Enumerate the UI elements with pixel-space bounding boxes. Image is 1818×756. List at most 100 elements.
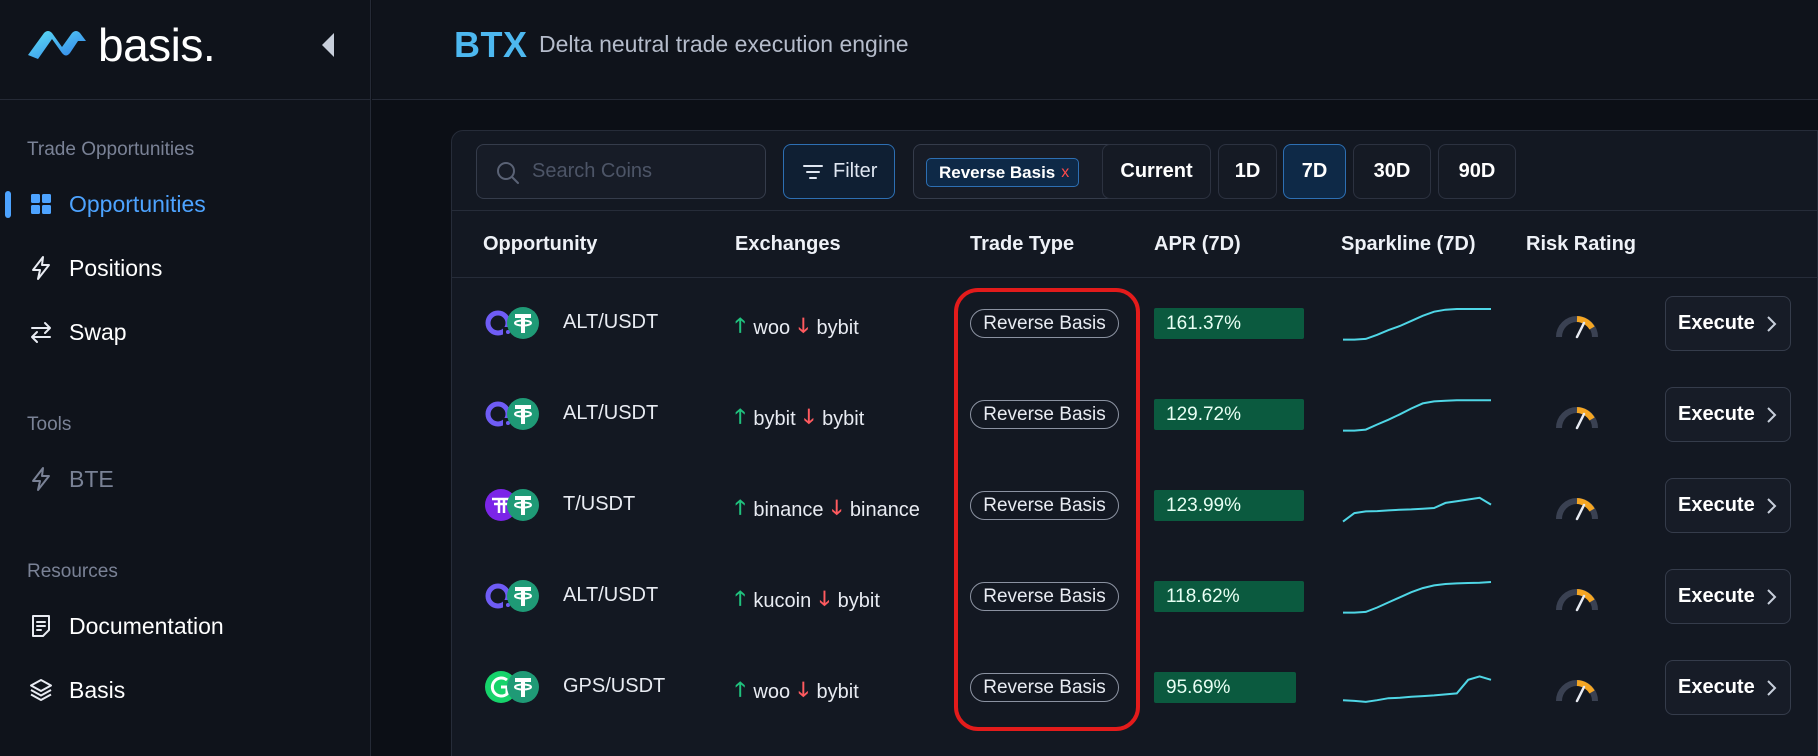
chip-remove-icon[interactable]: x	[1061, 164, 1069, 182]
long-exchange: kucoin	[753, 589, 812, 612]
long-exchange: woo	[753, 680, 791, 703]
sidebar-item-label: Positions	[69, 254, 163, 281]
alt-icon	[485, 307, 539, 339]
search-box	[476, 144, 766, 199]
long-exchange: woo	[753, 316, 791, 339]
section-tools: Tools	[27, 414, 72, 435]
period-30d-button[interactable]: 30D	[1353, 144, 1431, 199]
short-arrow-down-icon: 🡓	[819, 588, 830, 610]
execute-label: Execute	[1678, 312, 1755, 334]
period-current-button[interactable]: Current	[1102, 144, 1211, 199]
sparkline-chart	[1343, 581, 1492, 614]
apr-badge: 123.99%	[1154, 490, 1304, 521]
table-row[interactable]: GPS/USDT 🡑 woo 🡓 bybit Reverse Basis 95.…	[452, 642, 1818, 733]
sidebar-item-label: Swap	[69, 318, 127, 345]
sparkline-chart	[1342, 675, 1492, 703]
sidebar-item-opportunities[interactable]: Opportunities	[0, 179, 370, 229]
trade-type-badge: Reverse Basis	[970, 491, 1119, 520]
sparkline-series	[1342, 496, 1492, 523]
search-icon	[497, 162, 519, 184]
long-arrow-up-icon: 🡑	[735, 406, 746, 428]
long-arrow-up-icon: 🡑	[735, 497, 746, 519]
filter-label: Filter	[833, 160, 878, 182]
long-exchange: bybit	[753, 407, 796, 430]
filter-icon	[803, 164, 823, 179]
col-apr[interactable]: APR (7D)	[1154, 233, 1241, 256]
swap-arrows-icon	[31, 322, 51, 343]
sidebar-item-swap[interactable]: Swap	[0, 307, 370, 357]
col-exchanges[interactable]: Exchanges	[735, 233, 841, 256]
sparkline-series	[1343, 581, 1492, 614]
period-90d-button[interactable]: 90D	[1438, 144, 1516, 199]
table-row[interactable]: ALT/USDT 🡑 kucoin 🡓 bybit Reverse Basis …	[452, 551, 1818, 642]
t-icon	[485, 489, 539, 521]
period-7d-button[interactable]: 7D	[1283, 144, 1346, 199]
exchange-pair: 🡑 binance 🡓 binance	[735, 493, 920, 527]
execute-button[interactable]: Execute	[1665, 660, 1791, 715]
col-trade-type[interactable]: Trade Type	[970, 233, 1074, 256]
execute-label: Execute	[1678, 403, 1755, 425]
logo-row: basis.	[0, 0, 371, 100]
exchange-pair: 🡑 kucoin 🡓 bybit	[735, 584, 880, 618]
table-row[interactable]: ALT/USDT 🡑 woo 🡓 bybit Reverse Basis 161…	[452, 278, 1818, 369]
apr-badge: 118.62%	[1154, 581, 1304, 612]
sparkline-chart	[1343, 308, 1491, 341]
short-arrow-down-icon: 🡓	[831, 497, 842, 519]
active-indicator	[5, 191, 11, 218]
pair-label: ALT/USDT	[563, 402, 659, 424]
execute-button[interactable]: Execute	[1665, 296, 1791, 351]
risk-gauge-icon	[1556, 407, 1598, 430]
sparkline-series	[1343, 399, 1491, 432]
search-input[interactable]	[532, 145, 757, 198]
short-exchange: bybit	[837, 589, 880, 612]
sidebar-item-label: Basis	[69, 676, 126, 703]
col-sparkline: Sparkline (7D)	[1341, 233, 1476, 255]
short-exchange: bybit	[816, 316, 859, 339]
execute-button[interactable]: Execute	[1665, 387, 1791, 442]
period-1d-button[interactable]: 1D	[1218, 144, 1277, 199]
logo[interactable]: basis.	[26, 19, 216, 71]
section-resources: Resources	[27, 561, 118, 582]
short-exchange: bybit	[822, 407, 865, 430]
execute-label: Execute	[1678, 676, 1755, 698]
trade-type-chip: Reverse Basis x	[926, 158, 1080, 187]
filter-button[interactable]: Filter	[783, 144, 895, 199]
long-arrow-up-icon: 🡑	[735, 315, 746, 337]
apr-badge: 129.72%	[1154, 399, 1304, 430]
sidebar-item-basis[interactable]: Basis	[0, 665, 370, 715]
table-row[interactable]: T/USDT 🡑 binance 🡓 binance Reverse Basis…	[452, 460, 1818, 551]
lightning-icon	[32, 467, 50, 491]
collapse-sidebar-icon[interactable]	[318, 30, 338, 60]
sidebar-item-bte[interactable]: BTE	[0, 454, 370, 504]
sidebar-item-label: Opportunities	[69, 190, 206, 217]
sidebar-item-label: BTE	[69, 465, 114, 492]
pair-label: GPS/USDT	[563, 675, 666, 697]
risk-gauge-icon	[1556, 589, 1598, 612]
exchange-pair: 🡑 woo 🡓 bybit	[735, 311, 859, 345]
trade-type-badge: Reverse Basis	[970, 673, 1119, 702]
opportunities-panel: Filter Reverse Basis x Current 1D 7D 30D…	[451, 130, 1818, 756]
apr-badge: 95.69%	[1154, 672, 1296, 703]
table-row[interactable]: ALT/USDT 🡑 bybit 🡓 bybit Reverse Basis 1…	[452, 369, 1818, 460]
execute-button[interactable]: Execute	[1665, 569, 1791, 624]
table-header: Opportunity Exchanges Trade Type APR (7D…	[452, 211, 1818, 278]
sparkline-series	[1343, 308, 1491, 341]
sidebar-item-positions[interactable]: Positions	[0, 243, 370, 293]
long-exchange: binance	[753, 498, 824, 521]
execute-label: Execute	[1678, 585, 1755, 607]
col-risk-rating[interactable]: Risk Rating	[1526, 233, 1636, 256]
chevron-right-icon	[1767, 315, 1777, 332]
execute-button[interactable]: Execute	[1665, 478, 1791, 533]
sidebar-item-documentation[interactable]: Documentation	[0, 601, 370, 651]
trade-type-badge: Reverse Basis	[970, 309, 1119, 338]
document-icon	[32, 615, 50, 637]
pair-label: ALT/USDT	[563, 311, 659, 333]
sparkline-chart	[1342, 496, 1492, 523]
sparkline-series	[1342, 675, 1492, 703]
execute-label: Execute	[1678, 494, 1755, 516]
col-opportunity[interactable]: Opportunity	[483, 233, 597, 256]
short-exchange: bybit	[816, 680, 859, 703]
risk-gauge-icon	[1556, 316, 1598, 339]
grid-icon	[31, 194, 51, 214]
logo-text: basis.	[98, 19, 216, 71]
